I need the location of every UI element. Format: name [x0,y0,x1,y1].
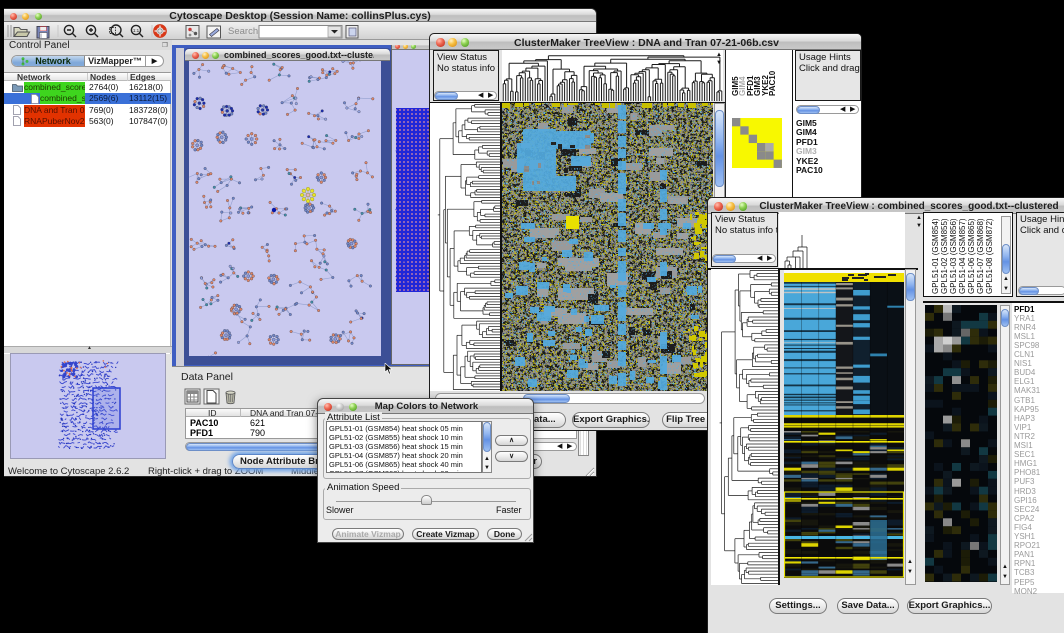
svg-text:Search:: Search: [228,26,261,37]
svg-text:1:1: 1:1 [133,28,140,33]
